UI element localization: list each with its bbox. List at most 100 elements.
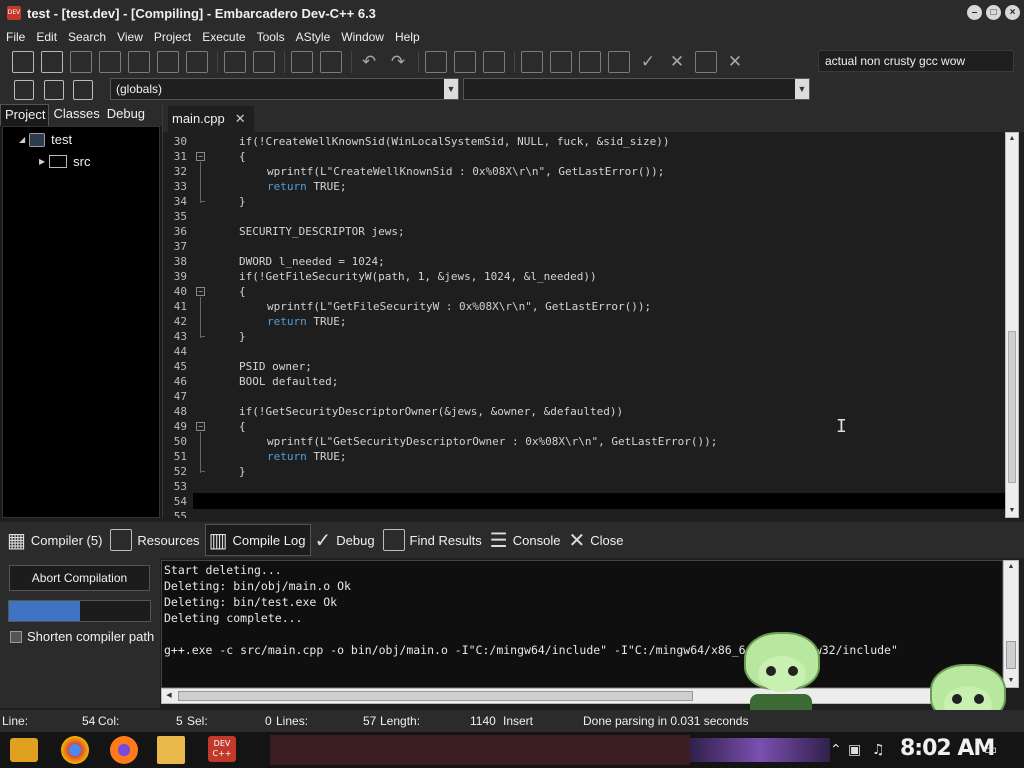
close-tab-icon[interactable]: ✕ <box>235 111 246 132</box>
save-all-icon[interactable] <box>99 51 121 73</box>
volume-icon[interactable]: ♫ <box>872 742 885 758</box>
menu-astyle[interactable]: AStyle <box>294 30 338 44</box>
code-line: wprintf(L"GetSecurityDescriptorOwner : 0… <box>267 435 718 448</box>
menu-tools[interactable]: Tools <box>255 30 292 44</box>
tab-debug[interactable]: Debug <box>103 104 148 126</box>
line-number: 31 <box>173 150 187 163</box>
editor-vertical-scrollbar[interactable]: ▲ ▼ <box>1005 132 1019 518</box>
tab-compiler[interactable]: ▦ Compiler (5) <box>4 524 107 556</box>
abort-compilation-button[interactable]: Abort Compilation <box>9 565 150 591</box>
scroll-down-icon[interactable]: ▼ <box>1007 506 1017 516</box>
scrollbar-thumb[interactable] <box>1008 331 1016 483</box>
shorten-path-checkbox[interactable] <box>10 630 22 643</box>
tab-resources[interactable]: Resources <box>107 524 204 556</box>
tab-close[interactable]: ✕ Close <box>565 524 628 556</box>
find-icon[interactable] <box>224 51 246 73</box>
compile-icon[interactable] <box>521 51 543 73</box>
tree-item-label: src <box>73 154 91 169</box>
resources-icon <box>110 529 133 551</box>
notifications-icon[interactable]: ▭ <box>984 742 997 758</box>
close-window-button[interactable]: × <box>1005 5 1020 20</box>
fold-toggle-icon[interactable]: − <box>196 152 205 161</box>
menu-help[interactable]: Help <box>393 30 427 44</box>
new-file-icon[interactable] <box>12 51 34 73</box>
collapse-triangle-icon[interactable]: ◢ <box>19 135 25 144</box>
compile-run-icon[interactable] <box>579 51 601 73</box>
goto-bookmark-icon[interactable] <box>73 80 93 100</box>
print-icon[interactable] <box>186 51 208 73</box>
redo-icon[interactable]: ↷ <box>387 51 409 73</box>
run-icon[interactable] <box>550 51 572 73</box>
tab-classes[interactable]: Classes <box>49 104 102 126</box>
tab-find-results[interactable]: Find Results <box>380 524 487 556</box>
scrollbar-thumb[interactable] <box>178 691 693 701</box>
expand-triangle-icon[interactable]: ▶ <box>39 157 45 166</box>
project-options-icon[interactable] <box>483 51 505 73</box>
devcpp-taskbar-icon[interactable]: DEV C++ <box>208 736 236 762</box>
taskbar-clock[interactable]: 8:02 AM <box>900 736 995 761</box>
tab-project[interactable]: Project <box>0 104 50 126</box>
menu-execute[interactable]: Execute <box>200 30 252 44</box>
tree-item-test[interactable]: ◢ test <box>19 132 72 147</box>
code-area[interactable]: if(!CreateWellKnownSid(WinLocalSystemSid… <box>211 132 1005 518</box>
code-line: wprintf(L"CreateWellKnownSid : 0x%08X\r\… <box>267 165 665 178</box>
menu-file[interactable]: File <box>4 30 32 44</box>
rebuild-all-icon[interactable] <box>608 51 630 73</box>
chevron-down-icon[interactable]: ▼ <box>444 79 458 99</box>
replace-icon[interactable] <box>253 51 275 73</box>
new-project-icon[interactable] <box>425 51 447 73</box>
function-select[interactable]: ▼ <box>463 78 810 100</box>
delete-profile-icon[interactable]: ✕ <box>724 51 746 73</box>
remove-from-project-icon[interactable] <box>454 51 476 73</box>
scroll-left-icon[interactable]: ◀ <box>164 691 174 701</box>
status-lines-value: 57 <box>363 714 377 728</box>
fold-toggle-icon[interactable]: − <box>196 287 205 296</box>
code-editor[interactable]: 30 31 32 33 34 35 36 37 38 39 40 41 42 43 44 45 46 47 48 49… <box>163 132 1005 518</box>
tree-item-src[interactable]: ▶ src <box>39 154 91 169</box>
menu-edit[interactable]: Edit <box>34 30 64 44</box>
maximize-button[interactable]: □ <box>986 5 1001 20</box>
undo-icon[interactable]: ↶ <box>358 51 380 73</box>
tab-debug-output[interactable]: ✓ Debug <box>311 524 379 556</box>
shorten-path-option[interactable]: Shorten compiler path <box>10 629 154 644</box>
minimize-button[interactable]: – <box>967 5 982 20</box>
tab-main-cpp[interactable]: main.cpp ✕ <box>168 106 254 132</box>
network-icon[interactable]: ▣ <box>848 742 861 758</box>
tab-label: Console <box>512 532 561 548</box>
menu-search[interactable]: Search <box>66 30 113 44</box>
tab-compile-log[interactable]: ▥ Compile Log <box>204 524 312 556</box>
indent-icon[interactable] <box>291 51 313 73</box>
close-file-icon[interactable] <box>128 51 150 73</box>
tab-console[interactable]: ☰ Console <box>487 524 566 556</box>
unindent-icon[interactable] <box>320 51 342 73</box>
start-menu-icon[interactable] <box>10 738 38 762</box>
fold-toggle-icon[interactable]: − <box>196 422 205 431</box>
compiler-set-select[interactable]: actual non crusty gcc wow <box>818 50 1014 72</box>
firefox-icon[interactable] <box>110 736 138 764</box>
chrome-icon[interactable] <box>61 736 89 764</box>
stop-icon[interactable]: ✕ <box>666 51 688 73</box>
status-insert-mode: Insert <box>503 714 534 728</box>
fold-range-end <box>200 471 205 472</box>
profile-icon[interactable] <box>695 51 717 73</box>
chevron-down-icon[interactable]: ▼ <box>795 79 809 99</box>
insert-icon[interactable] <box>14 80 34 100</box>
tab-label: Find Results <box>409 532 482 548</box>
scroll-up-icon[interactable]: ▲ <box>1006 562 1016 572</box>
log-horizontal-scrollbar[interactable]: ◀ <box>161 688 1003 704</box>
line-number: 38 <box>173 255 187 268</box>
tray-chevron-icon[interactable]: ⌃ <box>830 742 842 758</box>
close-all-icon[interactable] <box>157 51 179 73</box>
syntax-check-icon[interactable]: ✓ <box>637 51 659 73</box>
open-folder-icon[interactable] <box>41 51 63 73</box>
toggle-bookmark-icon[interactable] <box>44 80 64 100</box>
compile-log-output[interactable]: Start deleting... Deleting: bin/obj/main.… <box>161 560 1003 688</box>
menu-window[interactable]: Window <box>339 30 391 44</box>
status-parse-message: Done parsing in 0.031 seconds <box>583 714 749 728</box>
scope-select[interactable]: (globals) ▼ <box>110 78 459 100</box>
menu-view[interactable]: View <box>115 30 150 44</box>
scroll-up-icon[interactable]: ▲ <box>1007 134 1017 144</box>
save-icon[interactable] <box>70 51 92 73</box>
menu-project[interactable]: Project <box>152 30 198 44</box>
file-explorer-icon[interactable] <box>157 736 185 764</box>
